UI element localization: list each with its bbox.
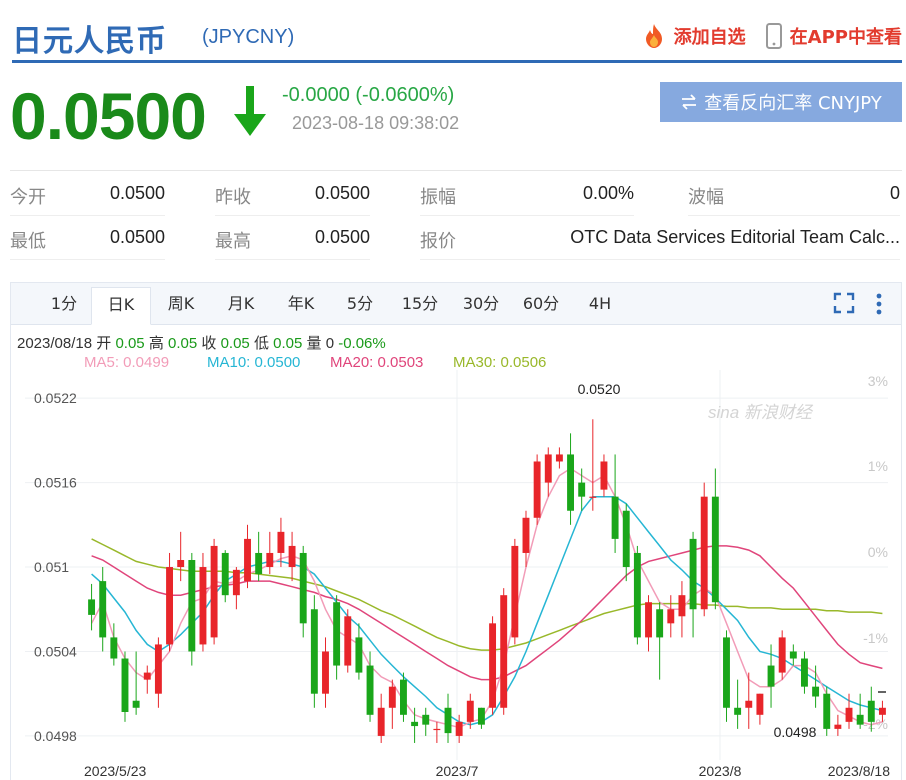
price-change: -0.0000 (-0.0600%) [282, 84, 455, 106]
stat-value: 0.0500 [314, 227, 370, 247]
add-watch-label: 添加自选 [673, 27, 746, 48]
page-title: 日元人民币 [12, 24, 167, 59]
stat-label: 振幅 [420, 187, 456, 208]
reverse-rate-label: 查看反向汇率 CNYJPY [704, 93, 882, 114]
stat-value: 0 [889, 183, 900, 203]
period-tabs: 1分 日K 周K 月K 年K 5分 15分 30分 60分 4H [11, 283, 901, 325]
info-close: 0.05 [220, 335, 250, 352]
app-view-button[interactable]: 在APP中查看 [764, 22, 902, 50]
stat-value: 0.00% [582, 183, 634, 203]
stat-underline [420, 215, 634, 216]
stat-underline [10, 215, 165, 216]
legend-ma5: MA5: 0.0499 [84, 354, 170, 371]
tab-60min[interactable]: 60分 [517, 287, 565, 325]
stat-underline [10, 259, 165, 260]
stat-label: 波幅 [688, 187, 724, 208]
stat-label: 报价 [420, 231, 456, 252]
info-date: 2023/08/18 [17, 335, 93, 352]
current-price: 0.0500 [10, 79, 207, 153]
stat-underline [420, 259, 900, 260]
info-vol: 0 [325, 335, 335, 352]
stat-value: 0.0500 [109, 227, 165, 247]
tab-5min[interactable]: 5分 [337, 287, 383, 325]
reverse-rate-button[interactable]: 查看反向汇率 CNYJPY [660, 82, 902, 122]
tab-daily[interactable]: 日K [91, 287, 151, 325]
tab-yearly[interactable]: 年K [277, 287, 325, 325]
stat-label: 今开 [10, 187, 46, 208]
stat-value: OTC Data Services Editorial Team Calc... [570, 227, 900, 247]
stat-value: 0.0500 [314, 183, 370, 203]
info-vol-label: 量 [306, 335, 322, 352]
legend-ma10: MA10: 0.0500 [207, 354, 301, 371]
tab-1min[interactable]: 1分 [41, 287, 87, 325]
info-low-label: 低 [253, 335, 269, 352]
stat-value: 0.0500 [109, 183, 165, 203]
stat-label: 昨收 [215, 187, 251, 208]
tab-monthly[interactable]: 月K [217, 287, 265, 325]
stat-underline [215, 259, 370, 260]
quote-time: 2023-08-18 09:38:02 [292, 113, 460, 133]
legend-ma20: MA20: 0.0503 [330, 354, 424, 371]
app-view-label: 在APP中查看 [789, 27, 902, 48]
phone-icon [765, 23, 782, 49]
info-open: 0.05 [115, 335, 145, 352]
stats-divider [10, 170, 902, 171]
info-close-label: 收 [201, 335, 217, 352]
header-divider [12, 60, 902, 63]
stat-label: 最高 [215, 231, 251, 252]
ohlc-info: 2023/08/18 开 0.05 高 0.05 收 0.05 低 0.05 量… [17, 332, 386, 353]
fullscreen-icon[interactable] [833, 292, 855, 314]
tab-30min[interactable]: 30分 [457, 287, 505, 325]
tab-weekly[interactable]: 周K [157, 287, 205, 325]
info-high: 0.05 [168, 335, 198, 352]
header-actions: 添加自选 在APP中查看 [640, 22, 902, 50]
info-open-label: 开 [96, 335, 112, 352]
down-arrow-icon [234, 86, 266, 136]
stat-underline [688, 215, 900, 216]
swap-icon [682, 94, 697, 110]
add-watch-button[interactable]: 添加自选 [640, 22, 746, 50]
stat-label: 最低 [10, 231, 46, 252]
legend-ma30: MA30: 0.0506 [453, 354, 547, 371]
info-low: 0.05 [273, 335, 303, 352]
header: 日元人民币 (JPYCNY) 添加自选 在APP中查看 [12, 10, 902, 60]
tab-15min[interactable]: 15分 [397, 287, 443, 325]
info-pct: -0.06% [338, 335, 386, 352]
currency-code: (JPYCNY) [202, 26, 295, 48]
info-high-label: 高 [148, 335, 164, 352]
fire-icon [645, 24, 662, 48]
tab-4h[interactable]: 4H [577, 287, 623, 325]
stat-underline [215, 215, 370, 216]
more-icon[interactable] [871, 292, 887, 316]
